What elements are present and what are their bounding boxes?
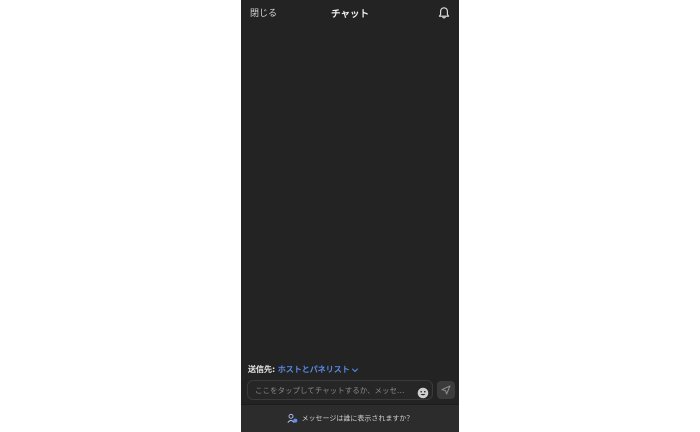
chevron-down-icon — [351, 366, 359, 374]
visibility-info-text: メッセージは誰に表示されますか？ — [301, 414, 414, 422]
chat-header: 閉じる チャット — [241, 0, 459, 26]
chat-screen: 閉じる チャット 送信先: ホストとパネリスト ここをタップしてチャットするか、… — [241, 0, 459, 432]
bell-icon[interactable] — [437, 5, 451, 19]
composer — [247, 380, 455, 400]
emoji-icon[interactable] — [417, 384, 429, 399]
visibility-info: メッセージは誰に表示されますか？ — [287, 413, 414, 424]
send-icon — [441, 385, 451, 395]
send-button[interactable] — [437, 381, 455, 399]
recipient-selector: 送信先: ホストとパネリスト — [248, 364, 359, 375]
message-list[interactable] — [241, 26, 459, 360]
people-visibility-icon — [287, 413, 298, 424]
recipient-value: ホストとパネリスト — [277, 365, 350, 374]
recipient-dropdown[interactable]: ホストとパネリスト — [278, 365, 359, 374]
visibility-info-bar[interactable]: メッセージは誰に表示されますか？ — [241, 404, 459, 432]
recipient-label: 送信先: — [248, 365, 276, 374]
page-title: チャット — [331, 9, 369, 20]
chat-input[interactable] — [247, 380, 433, 400]
